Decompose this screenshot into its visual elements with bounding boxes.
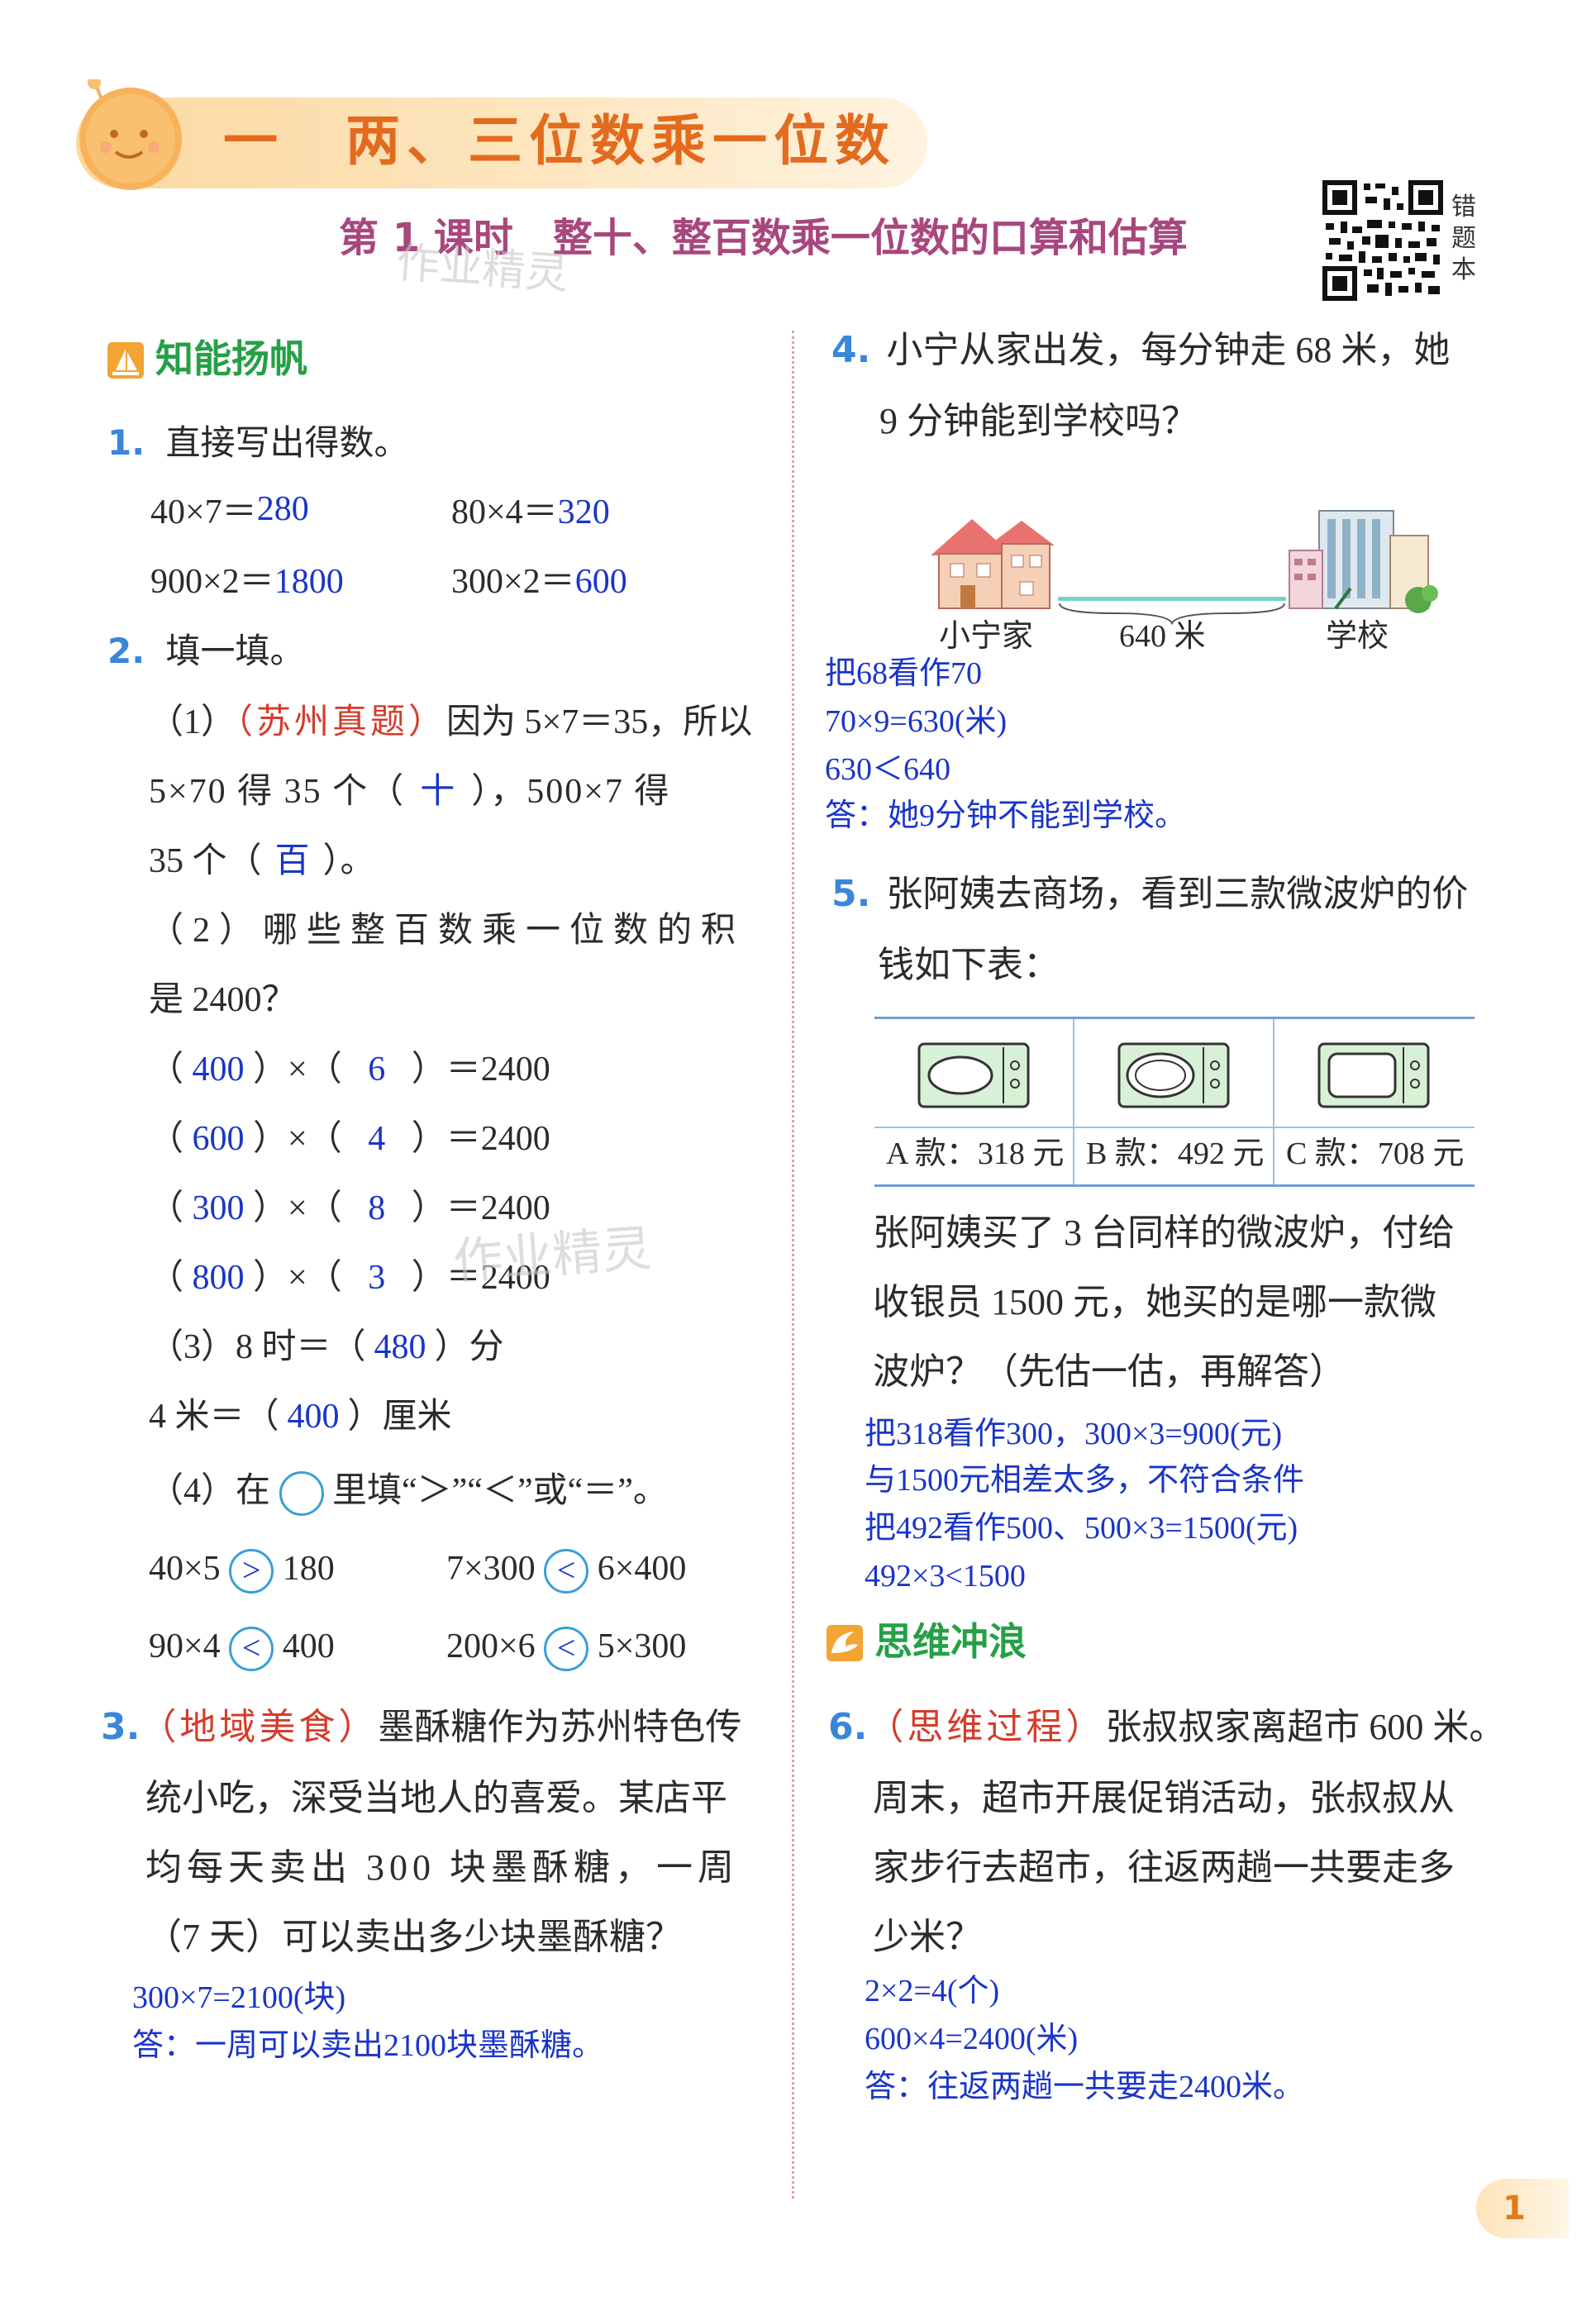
q5-answer-2: 与1500元相差太多，不符合条件 <box>865 1463 1305 1498</box>
q1-answer-1: 280 <box>256 490 309 528</box>
compare-answer-1: > <box>229 1549 274 1594</box>
q2-answer-shi: 十 <box>420 773 457 811</box>
q1-answer-2: 320 <box>557 493 610 531</box>
q3-line4: （7 天）可以卖出多少块墨酥糖？ <box>145 1917 682 1957</box>
q4-answer-3: 630＜640 <box>825 752 951 787</box>
microwave-b-icon <box>1117 1041 1230 1113</box>
q3-number: 3. <box>101 1706 141 1748</box>
section-title-siwei: 思维冲浪 <box>874 1619 1027 1664</box>
unit-title: 一 两、三位数乘一位数 <box>223 109 896 173</box>
price-table: A 款：318 元 B 款：492 元 C 款：708 元 <box>874 1017 1475 1187</box>
compare-answer-4: < <box>544 1627 589 1672</box>
q2-answer-480: 480 <box>374 1328 426 1366</box>
q2-tag-suzhou: （苏州真题） <box>236 703 447 741</box>
watermark-mid: 作业精灵 <box>451 1219 654 1292</box>
q4-number: 4. <box>831 329 871 371</box>
q3-answer-1: 300×7=2100(块) <box>132 1980 346 2015</box>
q2-part2-line2: 是 2400？ <box>149 981 297 1019</box>
q2-answer-400: 400 <box>287 1398 340 1436</box>
compare-item-1: 40×5 > 180 <box>149 1547 335 1594</box>
label-distance: 640 米 <box>1119 619 1206 654</box>
compare-answer-3: < <box>229 1627 274 1672</box>
compare-item-2: 7×300 < 6×400 <box>446 1547 686 1594</box>
section-icon-sail <box>107 342 144 379</box>
q1-item-4: 300×2＝600 <box>451 563 627 601</box>
q2-part1-line3: 35 个（百）。 <box>149 842 375 880</box>
q3-tag: （地域美食） <box>140 1707 379 1747</box>
q5-answer-4: 492×3<1500 <box>865 1559 1026 1594</box>
q1-item-1: 40×7＝280 <box>150 490 309 531</box>
q4-line1: 4. 小宁从家出发，每分钟走 68 米，她 <box>831 329 1451 371</box>
q5-line2: 钱如下表： <box>878 945 1060 985</box>
q2-part1-line2: 5×70 得 35 个（十），500×7 得 <box>149 773 671 811</box>
watermark-header: 作业精灵 <box>394 237 570 300</box>
q5-line4: 收银员 1500 元，她买的是哪一款微 <box>873 1282 1436 1322</box>
q1-prompt: 1. 直接写出得数。 <box>107 422 409 465</box>
q3-answer-2: 答：一周可以卖出2100块墨酥糖。 <box>132 2028 604 2063</box>
q5-line1: 5. 张阿姨去商场，看到三款微波炉的价 <box>831 873 1469 915</box>
compare-item-4: 200×6 < 5×300 <box>446 1625 686 1672</box>
microwave-a-icon <box>917 1041 1030 1113</box>
q5-answer-3: 把492看作500、500×3=1500(元) <box>865 1511 1298 1546</box>
q2-product-row-1: （400 ）×（ 6 ）＝2400 <box>149 1051 550 1089</box>
empty-circle-icon <box>279 1471 324 1517</box>
q5-answer-1: 把318看作300，300×3=900(元) <box>865 1417 1283 1451</box>
q1-text: 直接写出得数。 <box>165 422 409 463</box>
route-line <box>1058 597 1286 601</box>
q1-item-2: 80×4＝320 <box>451 493 610 531</box>
q1-answer-3: 1800 <box>274 563 344 601</box>
q4-answer-4: 答：她9分钟不能到学校。 <box>825 798 1187 833</box>
q1-item-3: 900×2＝1800 <box>150 563 344 601</box>
q6-line2: 周末，超市开展促销活动，张叔叔从 <box>873 1778 1455 1818</box>
q5-line3: 张阿姨买了 3 台同样的微波炉，付给 <box>873 1213 1455 1253</box>
label-school: 学校 <box>1326 619 1389 654</box>
q2-product-row-2: （600 ）×（ 4 ）＝2400 <box>149 1120 550 1158</box>
q2-number: 2. <box>107 631 145 671</box>
school-illustration <box>1286 503 1438 618</box>
qr-code[interactable] <box>1322 180 1443 301</box>
page-number: 1 <box>1503 2189 1526 2227</box>
q6-line3: 家步行去超市，往返两趟一共要走多 <box>873 1847 1455 1888</box>
house-illustration <box>922 512 1061 612</box>
q2-part4-line1: （4）在 里填“＞”“＜”或“＝”。 <box>149 1470 668 1517</box>
q6-tag: （思维过程） <box>867 1707 1106 1747</box>
q2-part3-line2: 4 米＝（ 400 ）厘米 <box>149 1398 452 1436</box>
price-c: C 款：708 元 <box>1286 1136 1465 1171</box>
q4-line2: 9 分钟能到学校吗？ <box>879 401 1198 441</box>
section-icon-wave <box>827 1625 863 1661</box>
q6-answer-2: 600×4=2400(米) <box>865 2022 1079 2056</box>
q2-part2-line1: （2）哪些整百数乘一位数的积 <box>149 912 746 950</box>
q2-text: 填一填。 <box>165 631 305 671</box>
q6-answer-3: 答：往返两趟一共要走2400米。 <box>865 2070 1305 2104</box>
q2-part3-line1: （3）8 时＝（ 480 ）分 <box>149 1328 504 1366</box>
column-divider <box>792 331 794 2199</box>
q2-prompt: 2. 填一填。 <box>107 630 305 673</box>
q2-answer-bai: 百 <box>274 842 310 880</box>
section-title-zhineng: 知能扬帆 <box>155 336 307 381</box>
price-b: B 款：492 元 <box>1086 1136 1265 1171</box>
q3-line3: 均每天卖出 300 块墨酥糖，一周 <box>145 1847 739 1888</box>
sun-mascot-icon <box>74 76 187 192</box>
q6-number: 6. <box>828 1706 868 1748</box>
q1-answer-4: 600 <box>574 563 627 601</box>
microwave-c-icon <box>1317 1041 1430 1113</box>
q3-line1: 3.（地域美食）墨酥糖作为苏州特色传 <box>101 1706 742 1748</box>
q4-answer-2: 70×9=630(米) <box>825 704 1008 739</box>
q2-part1-line1: （1）（苏州真题）因为 5×7＝35，所以 <box>149 703 753 741</box>
q5-line5: 波炉？（先估一估，再解答） <box>873 1351 1346 1392</box>
q3-line2: 统小吃，深受当地人的喜爱。某店平 <box>145 1778 727 1818</box>
compare-answer-2: < <box>544 1549 589 1594</box>
compare-item-3: 90×4 < 400 <box>149 1625 335 1672</box>
q6-answer-1: 2×2=4(个) <box>865 1974 1000 2008</box>
q5-number: 5. <box>831 873 871 915</box>
price-a: A 款：318 元 <box>886 1136 1065 1171</box>
q6-line4: 少米？ <box>873 1917 982 1957</box>
q1-number: 1. <box>107 422 145 463</box>
q6-line1: 6.（思维过程）张叔叔家离超市 600 米。 <box>828 1706 1506 1748</box>
q4-answer-1: 把68看作70 <box>825 656 983 691</box>
qr-side-label: 错题本 <box>1451 193 1476 284</box>
